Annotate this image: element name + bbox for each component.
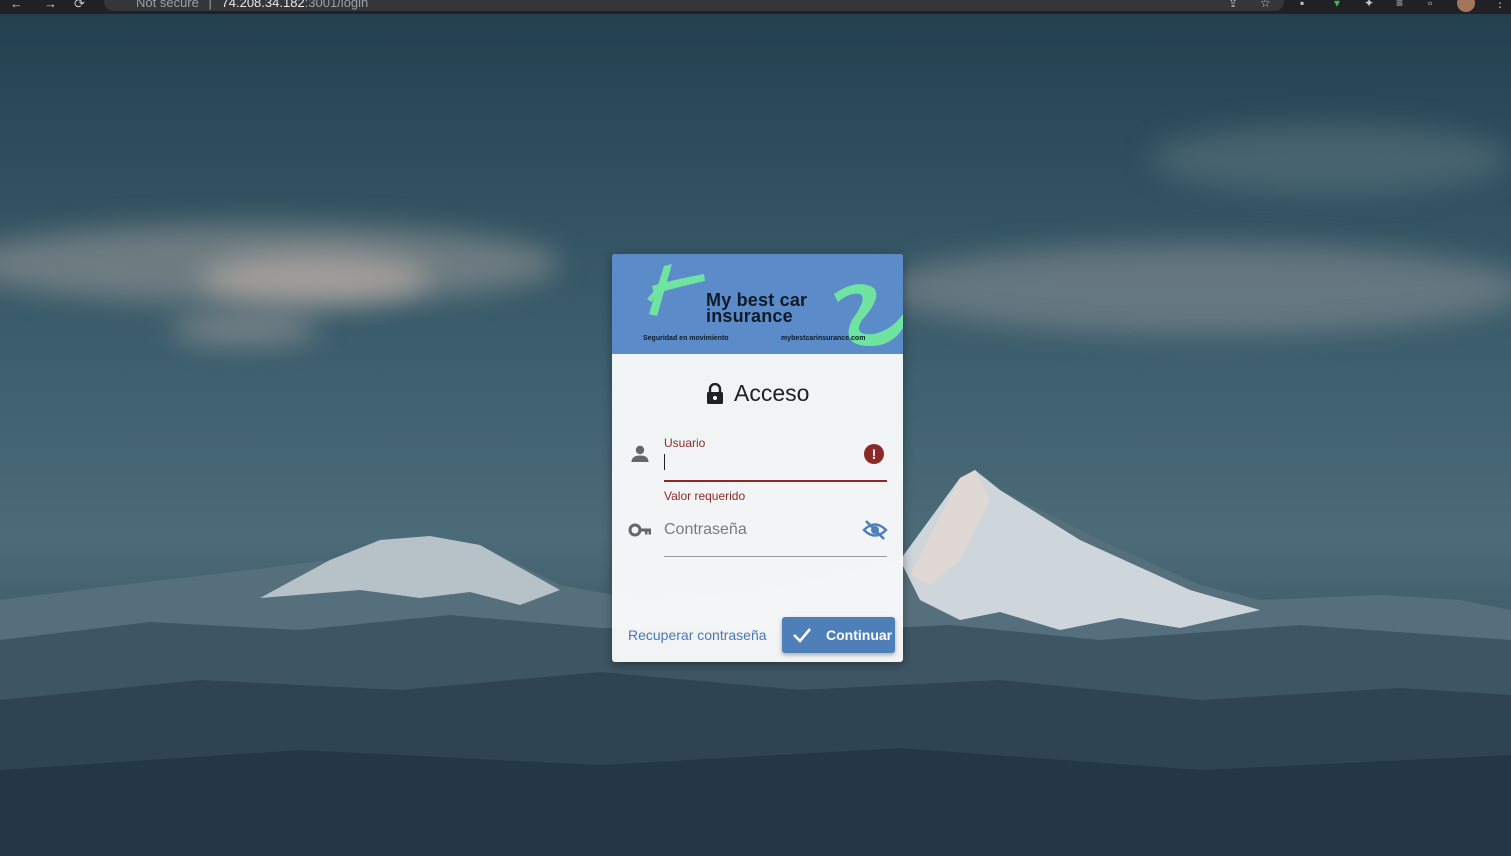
eye-off-icon[interactable] xyxy=(862,518,888,542)
extension-flag-icon[interactable]: ▪ xyxy=(1300,0,1304,10)
person-icon xyxy=(631,445,649,462)
password-underline xyxy=(664,556,887,557)
username-error-message: Valor requerido xyxy=(664,489,746,503)
url-path: :3001/login xyxy=(304,0,369,10)
browser-chrome: ← → ⟳ Not secure | 74.208.34.182:3001/lo… xyxy=(0,0,1511,14)
extensions-puzzle-icon[interactable]: ✦ xyxy=(1364,0,1374,10)
text-caret xyxy=(664,454,665,470)
share-icon[interactable]: ⇪ xyxy=(1228,0,1238,10)
login-header: Acceso xyxy=(612,380,903,407)
check-icon xyxy=(793,628,811,643)
url-separator: | xyxy=(208,0,212,10)
error-icon: ! xyxy=(864,444,884,464)
extension-vue-icon[interactable]: ▾ xyxy=(1334,0,1340,10)
brand-website: mybestcarinsurance.com xyxy=(781,335,866,342)
username-label: Usuario xyxy=(664,436,706,450)
brand-tagline: Seguridad en movimiento xyxy=(643,335,729,342)
page-title: Acceso xyxy=(734,380,810,406)
brand-banner: My best car insurance Seguridad en movim… xyxy=(612,254,903,354)
sidebar-icon[interactable]: ▫ xyxy=(1428,0,1432,10)
reload-icon[interactable]: ⟳ xyxy=(74,0,85,12)
lock-icon xyxy=(706,382,723,404)
continue-button[interactable]: Continuar xyxy=(782,617,895,653)
login-card: My best car insurance Seguridad en movim… xyxy=(612,254,903,662)
username-underline xyxy=(664,480,887,482)
back-icon[interactable]: ← xyxy=(10,0,23,11)
recover-password-link[interactable]: Recuperar contraseña xyxy=(628,627,767,643)
username-input[interactable] xyxy=(666,452,856,474)
security-indicator: Not secure xyxy=(136,0,199,10)
key-icon xyxy=(628,523,651,537)
bookmark-star-icon[interactable]: ☆ xyxy=(1260,0,1271,10)
password-input[interactable] xyxy=(664,519,854,541)
brand-name: My best car insurance xyxy=(706,291,807,326)
media-icon[interactable]: ≡ xyxy=(1396,0,1403,10)
menu-kebab-icon[interactable]: ⋮ xyxy=(1494,0,1506,10)
address-text[interactable]: Not secure | 74.208.34.182:3001/login xyxy=(136,0,368,10)
url-host: 74.208.34.182 xyxy=(221,0,305,10)
brand-name-line2: insurance xyxy=(706,306,793,326)
forward-icon[interactable]: → xyxy=(44,0,57,11)
continue-button-label: Continuar xyxy=(826,627,893,643)
profile-avatar[interactable] xyxy=(1457,0,1475,12)
